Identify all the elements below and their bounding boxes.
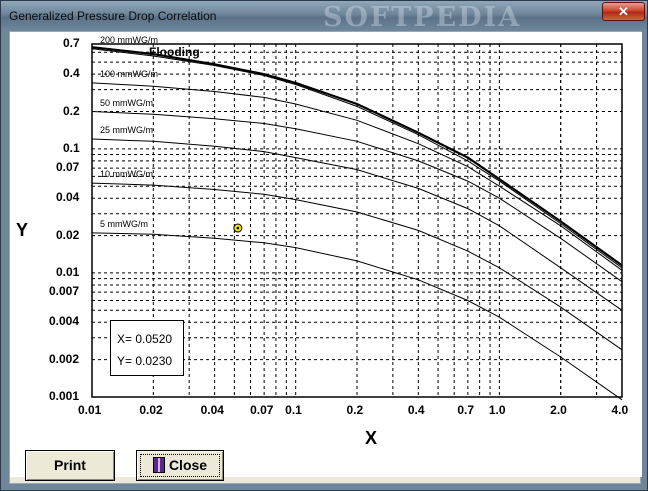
y-tick-label: 0.007 <box>49 284 80 299</box>
y-tick-label: 0.04 <box>56 190 80 205</box>
y-tick-label: 0.01 <box>56 264 80 279</box>
x-tick-label: 0.04 <box>200 403 224 417</box>
selected-point-center <box>236 226 240 230</box>
watermark-logo: SOFTPEDIA <box>323 2 522 33</box>
client-area: Y X 0.01 0.02 0.04 0.07 0.1 0.2 0.4 0.7 1.0 2.0 4.… <box>9 31 642 484</box>
x-tick-label: 0.4 <box>407 403 425 417</box>
close-button[interactable]: Close <box>136 450 224 481</box>
y-tick-label: 0.001 <box>49 389 80 403</box>
x-tick-label: 0.2 <box>346 403 364 417</box>
y-tick-label: 0.02 <box>56 227 80 242</box>
y-tick-label: 0.004 <box>49 314 80 329</box>
x-tick-label: 0.02 <box>139 403 163 417</box>
chart-panel: Y X 0.01 0.02 0.04 0.07 0.1 0.2 0.4 0.7 1.0 2.0 4.… <box>10 32 642 477</box>
coordinate-readout: X= 0.0520 Y= 0.0230 <box>110 320 184 376</box>
x-tick-label: 0.7 <box>457 403 474 417</box>
window-close-button[interactable]: ✕ <box>602 2 645 21</box>
readout-y: Y= 0.0230 <box>117 354 173 368</box>
y-tick-label: 0.2 <box>63 103 80 118</box>
y-tick-label: 0.7 <box>63 36 80 50</box>
x-tick-label: 1.0 <box>488 403 506 417</box>
flooding-curve-label: Flooding <box>149 45 200 60</box>
pressure-curve-label: 5 mmWG/m <box>100 218 148 229</box>
print-button[interactable]: Print <box>25 450 115 481</box>
y-tick-label: 0.1 <box>63 140 80 155</box>
pressure-curve-label: 10 mmWG/m <box>100 169 153 180</box>
y-axis-label: Y <box>16 220 29 240</box>
close-button-label: Close <box>168 457 208 473</box>
window-title: Generalized Pressure Drop Correlation <box>9 9 217 23</box>
y-tick-label: 0.07 <box>56 160 80 175</box>
x-tick-label: 0.1 <box>285 403 302 417</box>
readout-x: X= 0.0520 <box>117 332 173 346</box>
x-axis-label: X <box>365 428 378 448</box>
title-bar: Generalized Pressure Drop Correlation SO… <box>1 1 647 33</box>
y-tick-label: 0.4 <box>63 66 80 81</box>
y-tick-label: 0.002 <box>49 351 80 366</box>
x-tick-label: 4.0 <box>611 403 629 417</box>
pressure-curve-label: 50 mmWG/m <box>100 97 153 108</box>
x-tick-label: 2.0 <box>550 403 567 417</box>
x-tick-label: 0.01 <box>78 403 102 417</box>
app-window: Generalized Pressure Drop Correlation SO… <box>0 0 648 491</box>
pressure-curve-label: 25 mmWG/m <box>100 125 153 136</box>
pressure-curve-label: 200 mmWG/m <box>100 34 159 45</box>
exit-door-icon <box>152 457 165 473</box>
pressure-curve-label: 100 mmWG/m <box>100 68 159 79</box>
x-tick-label: 0.07 <box>250 403 274 417</box>
